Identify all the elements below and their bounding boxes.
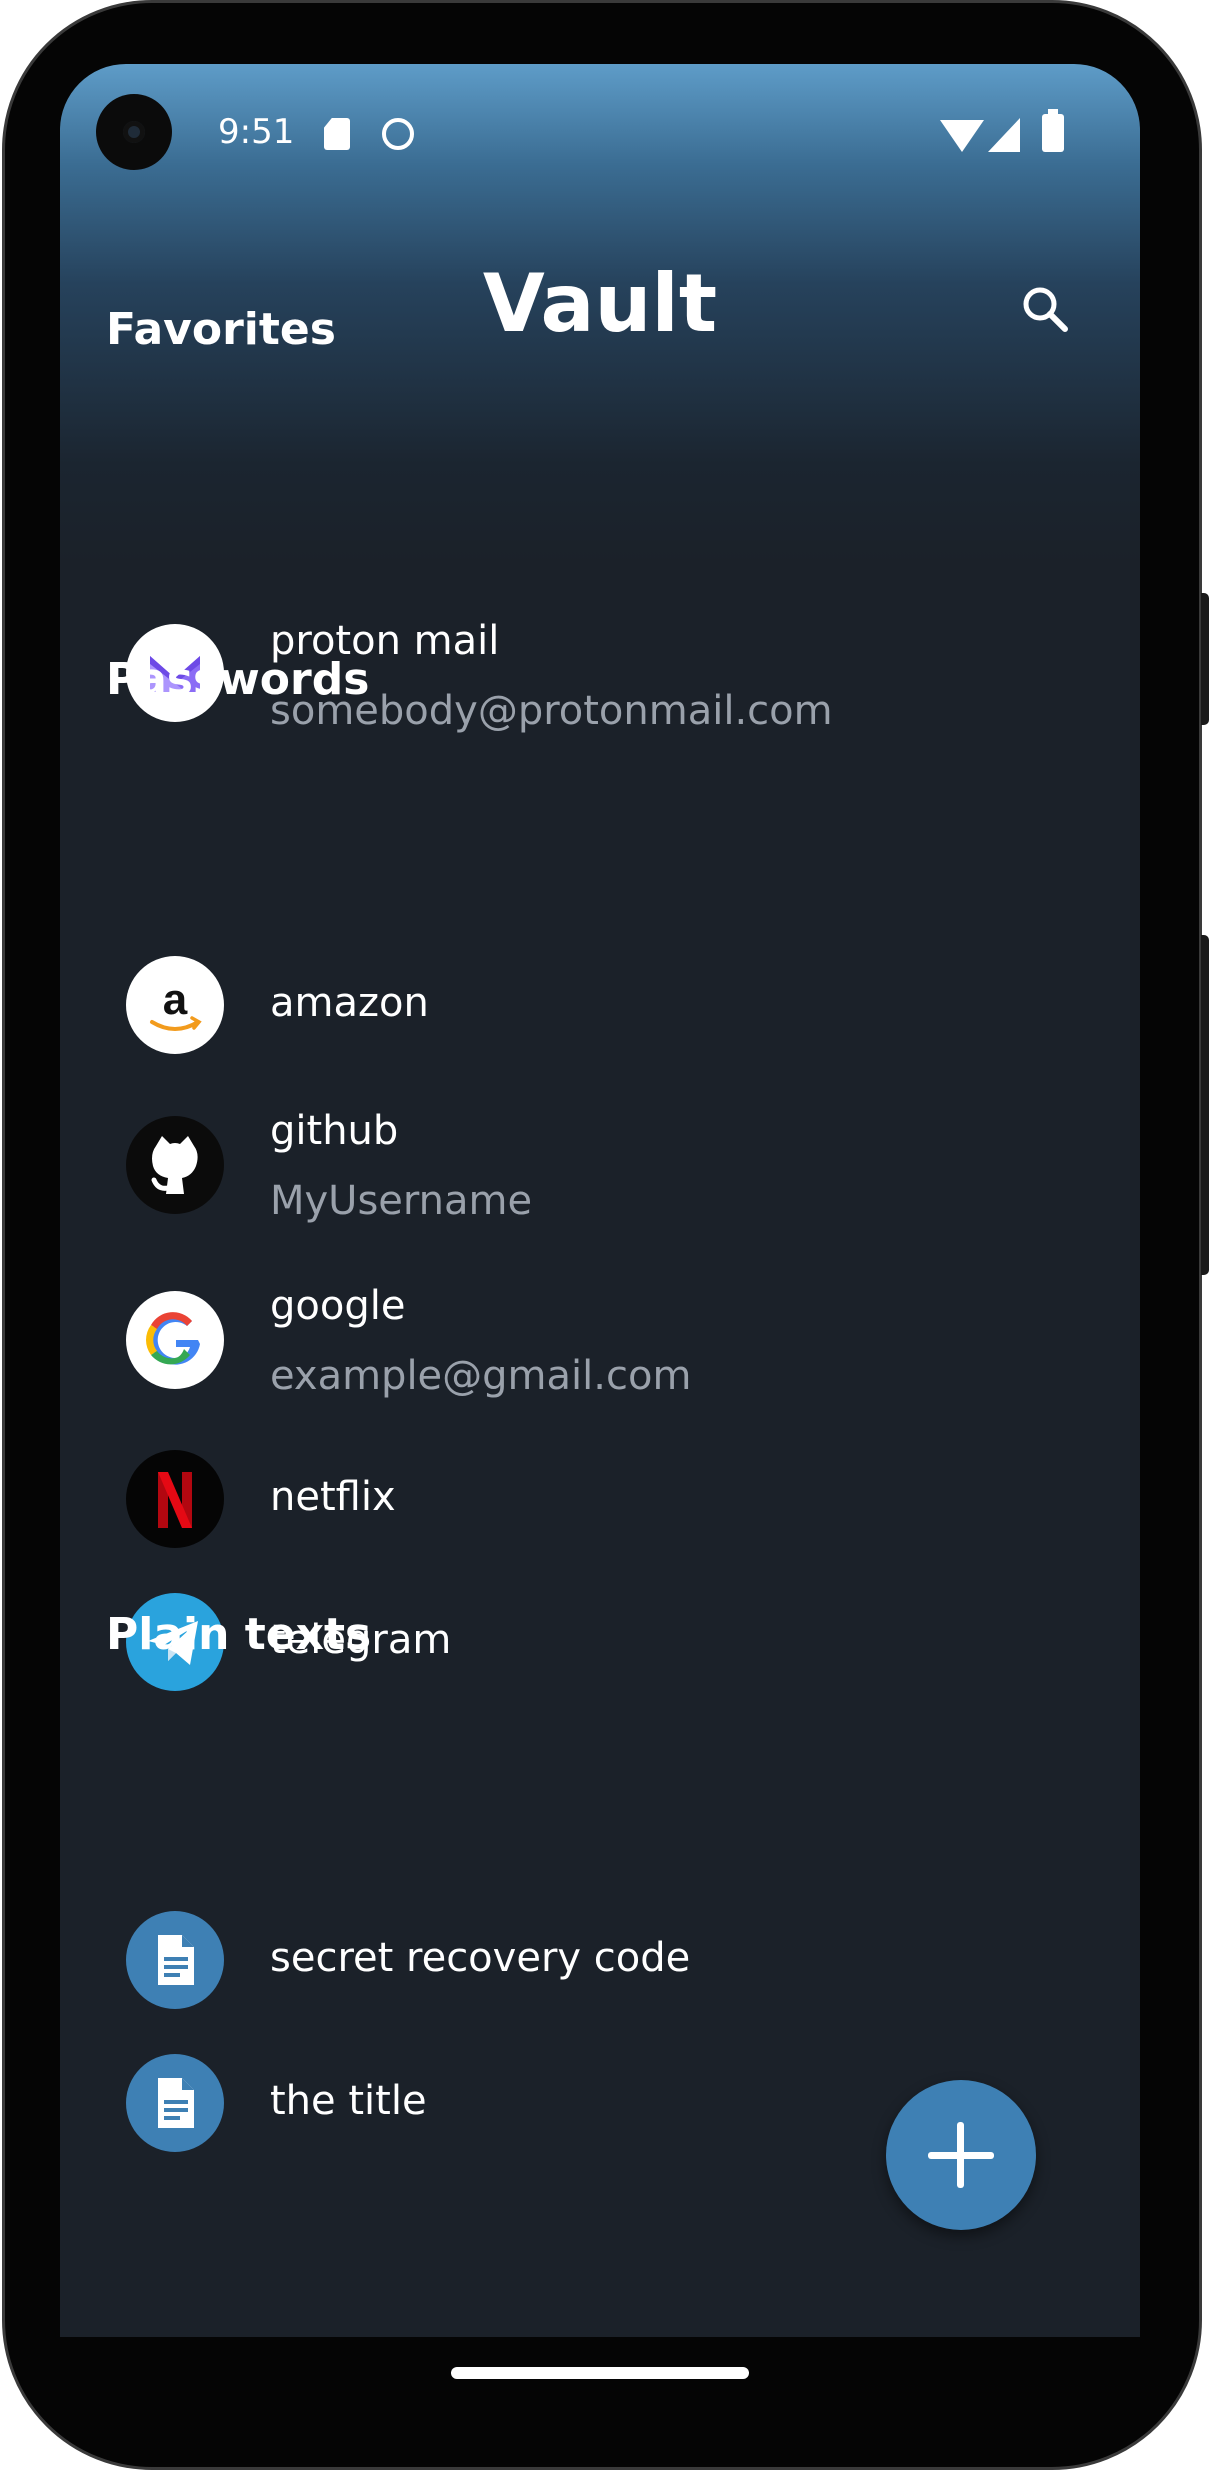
add-item-button[interactable] (886, 2080, 1036, 2230)
vault-item-github[interactable]: github MyUsername (60, 1108, 1140, 1226)
amazon-icon: a (126, 956, 224, 1054)
volume-button (1201, 935, 1209, 1275)
item-title: amazon (270, 980, 429, 1026)
github-icon (126, 1116, 224, 1214)
item-subtitle: MyUsername (270, 1178, 533, 1224)
svg-text:a: a (163, 975, 188, 1024)
battery-icon (1042, 109, 1064, 152)
wifi-icon (940, 120, 984, 152)
item-title: secret recovery code (270, 1935, 691, 1981)
item-title: google (270, 1283, 406, 1329)
search-icon (1023, 287, 1068, 332)
netflix-icon (126, 1450, 224, 1548)
vault-item-google[interactable]: google example@gmail.com (60, 1283, 1140, 1401)
document-icon (126, 2054, 224, 2152)
item-title: github (270, 1108, 399, 1154)
status-time: 9:51 (218, 112, 295, 152)
vault-item-netflix[interactable]: netflix (60, 1450, 1140, 1560)
search-button[interactable] (1010, 276, 1080, 346)
section-favorites: Favorites (106, 304, 336, 355)
sd-card-icon (324, 118, 350, 150)
cell-signal-icon (988, 118, 1020, 152)
app-screen: 9:51 Vault Favorites proton mail somebod… (60, 64, 1140, 2337)
home-indicator[interactable] (451, 2367, 749, 2379)
vault-item-secret-recovery-code[interactable]: secret recovery code (60, 1911, 1140, 2021)
front-camera (96, 94, 172, 170)
item-title: the title (270, 2078, 427, 2124)
section-plain-texts: Plain texts (106, 1609, 372, 1660)
google-icon (126, 1291, 224, 1389)
notification-icon (382, 118, 414, 150)
item-title: netflix (270, 1474, 396, 1520)
item-subtitle: example@gmail.com (270, 1353, 692, 1399)
vault-item-amazon[interactable]: a amazon (60, 956, 1140, 1066)
document-icon (126, 1911, 224, 2009)
power-button (1201, 593, 1209, 725)
section-passwords: Passwords (106, 654, 370, 705)
